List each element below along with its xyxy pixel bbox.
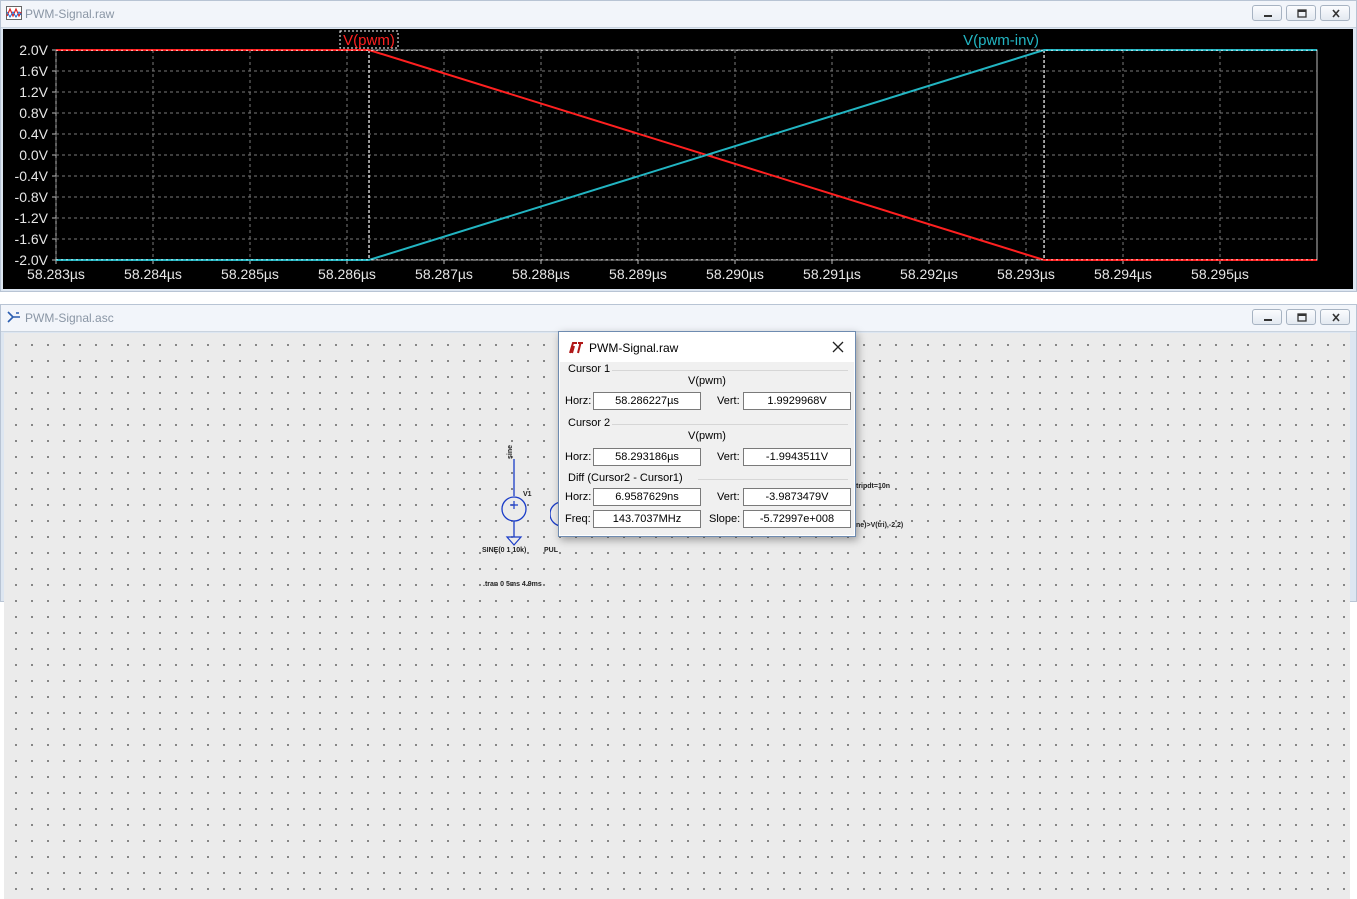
tran-directive[interactable]: .tran 0 5ms 4.9ms xyxy=(483,581,542,588)
cursor-dialog-body: Cursor 1 V(pwm) Horz: 58.286227µs Vert: … xyxy=(560,362,854,535)
cursor1-vert-field[interactable]: 1.9929968V xyxy=(743,392,851,410)
waveform-titlebar[interactable]: PWM-Signal.raw xyxy=(1,1,1356,28)
diff-vert-field[interactable]: -3.9873479V xyxy=(743,488,851,506)
y-tick-label: -0.8V xyxy=(15,189,49,205)
minimize-button[interactable] xyxy=(1252,5,1282,21)
y-tick-label: -0.4V xyxy=(15,168,49,184)
restore-button[interactable] xyxy=(1286,5,1316,21)
x-tick-label: 58.284µs xyxy=(124,266,182,282)
schematic-titlebar[interactable]: PWM-Signal.asc xyxy=(1,305,1356,332)
waveform-chart[interactable]: 2.0V 1.6V 1.2V 0.8V 0.4V 0.0V -0.4V -0.8V -1.2V -… xyxy=(3,29,1353,289)
cursor2-trace-name: V(pwm) xyxy=(688,430,726,442)
cursor2-horz-field[interactable]: 58.293186µs xyxy=(593,448,701,466)
x-tick-label: 58.285µs xyxy=(221,266,279,282)
legend-v-pwm-inv[interactable]: V(pwm-inv) xyxy=(963,32,1039,49)
y-tick-label: -1.6V xyxy=(15,231,49,247)
x-tick-label: 58.291µs xyxy=(803,266,861,282)
close-button[interactable] xyxy=(1320,5,1350,21)
cursor1-horz-field[interactable]: 58.286227µs xyxy=(593,392,701,410)
x-tick-label: 58.287µs xyxy=(415,266,473,282)
x-tick-label: 58.292µs xyxy=(900,266,958,282)
bv-expression-text: ne)>V(tri),-2,2) xyxy=(856,522,904,529)
y-tick-label: 1.6V xyxy=(19,63,48,79)
diff-freq-label: Freq: xyxy=(565,513,591,525)
voltage-source-v1[interactable] xyxy=(494,459,534,549)
v1-value-label: SINE(0 1 10k) xyxy=(482,547,527,554)
schematic-window-title: PWM-Signal.asc xyxy=(25,311,114,325)
cursor2-horz-label: Horz: xyxy=(565,451,592,463)
cursor1-horz-label: Horz: xyxy=(565,395,592,407)
x-tick-label: 58.295µs xyxy=(1191,266,1249,282)
y-tick-label: 0.8V xyxy=(19,105,48,121)
x-tick-label: 58.293µs xyxy=(997,266,1055,282)
cursor1-vert-label: Vert: xyxy=(717,395,740,407)
y-tick-label: 0.4V xyxy=(19,126,48,142)
diff-horz-field[interactable]: 6.9587629ns xyxy=(593,488,701,506)
waveform-plot[interactable]: 2.0V 1.6V 1.2V 0.8V 0.4V 0.0V -0.4V -0.8V -1.2V -… xyxy=(3,29,1353,289)
minimize-icon xyxy=(1264,319,1272,321)
cursor-dialog-titlebar[interactable]: PWM-Signal.raw xyxy=(559,332,855,362)
y-tick-label: 2.0V xyxy=(19,42,48,58)
cursor1-group-label: Cursor 1 xyxy=(568,363,611,375)
cursor2-group-label: Cursor 2 xyxy=(568,417,611,429)
x-tick-label: 58.290µs xyxy=(706,266,764,282)
waveform-window-title: PWM-Signal.raw xyxy=(25,7,115,21)
diff-horz-label: Horz: xyxy=(565,491,592,503)
y-tick-label: 1.2V xyxy=(19,84,48,100)
close-button[interactable] xyxy=(1320,309,1350,325)
cursor-dialog: PWM-Signal.raw Cursor 1 V(pwm) Horz: 58.… xyxy=(558,331,856,537)
y-tick-label: 0.0V xyxy=(19,147,48,163)
cursor-dialog-title: PWM-Signal.raw xyxy=(589,341,679,355)
minimize-icon xyxy=(1264,15,1272,17)
waveform-app-icon xyxy=(6,6,22,20)
x-tick-label: 58.289µs xyxy=(609,266,667,282)
minimize-button[interactable] xyxy=(1252,309,1282,325)
y-tick-label: -1.2V xyxy=(15,210,49,226)
lt-logo-icon xyxy=(569,342,583,354)
net-label-sine: sine xyxy=(507,444,514,459)
x-tick-label: 58.286µs xyxy=(318,266,376,282)
v2-value-label: PUL xyxy=(544,547,558,554)
x-tick-label: 58.288µs xyxy=(512,266,570,282)
schematic-app-icon xyxy=(7,311,20,323)
legend-v-pwm[interactable]: V(pwm) xyxy=(343,32,395,49)
cursor2-vert-field[interactable]: -1.9943511V xyxy=(743,448,851,466)
cursor2-vert-label: Vert: xyxy=(717,451,740,463)
cursor1-trace-name: V(pwm) xyxy=(688,375,726,387)
x-tick-label: 58.294µs xyxy=(1094,266,1152,282)
close-icon xyxy=(1332,313,1340,322)
close-icon xyxy=(1332,9,1340,18)
restore-button[interactable] xyxy=(1286,309,1316,325)
diff-slope-field[interactable]: -5.72997e+008 xyxy=(743,510,851,528)
diff-group-label: Diff (Cursor2 - Cursor1) xyxy=(568,472,683,484)
diff-slope-label: Slope: xyxy=(709,513,741,525)
tripdt-text: tripdt=10n xyxy=(856,483,891,490)
waveform-window: PWM-Signal.raw 2.0V 1.6V 1.2V 0.8V 0.4V 0.0V -… xyxy=(0,0,1357,292)
diff-vert-label: Vert: xyxy=(717,491,740,503)
v1-ref-label: V1 xyxy=(523,491,532,498)
diff-freq-field[interactable]: 143.7037MHz xyxy=(593,510,701,528)
restore-icon xyxy=(1297,9,1307,18)
restore-icon xyxy=(1297,313,1307,322)
close-icon[interactable] xyxy=(829,338,847,356)
x-tick-label: 58.283µs xyxy=(27,266,85,282)
